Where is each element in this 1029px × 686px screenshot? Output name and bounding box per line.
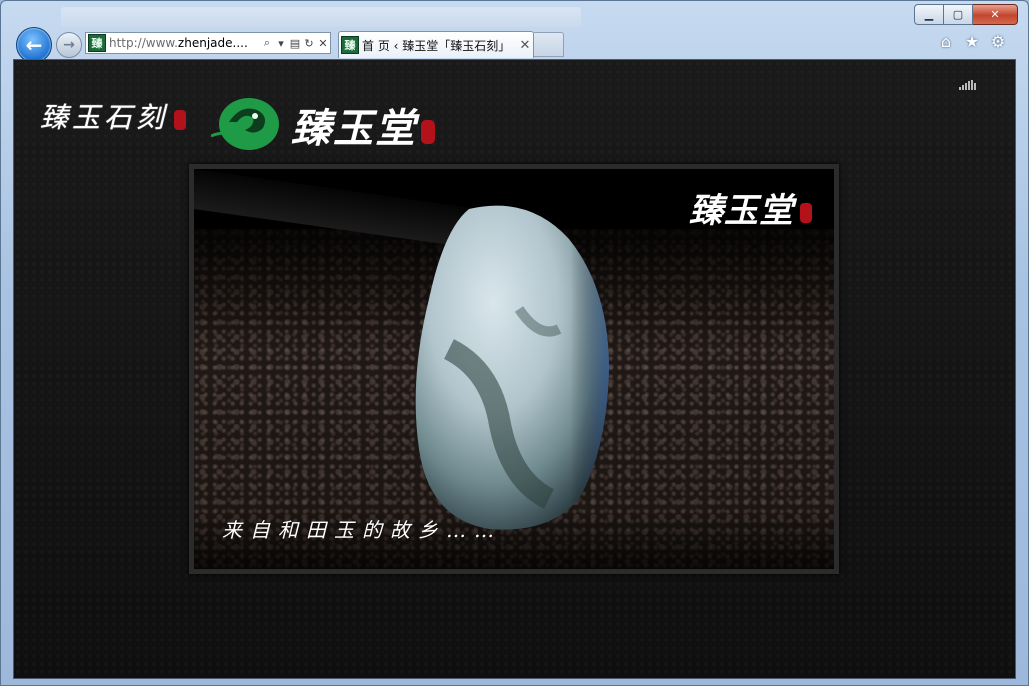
chevron-down-icon[interactable]: ▾ [274,37,288,50]
logo-left-label: 臻玉石刻 [40,101,169,134]
forward-arrow-icon: → [63,37,75,53]
tab-title: 首 页 ‹ 臻玉堂「臻玉石刻」 [362,38,511,53]
logo-main-label: 臻玉堂 [291,105,417,152]
banner-slogan: 来自和田玉的故乡…… [222,518,502,542]
browser-window: ▁ ▢ ✕ ← → 臻 http://www.zhenjade.... ⌕ ▾ … [0,0,1029,686]
logo-main-text: 臻玉堂 [291,96,435,154]
close-button[interactable]: ✕ [973,4,1018,25]
window-controls: ▁ ▢ ✕ [914,4,1018,25]
tab-favicon-icon: 臻 [341,36,359,54]
background-tabs [61,7,581,27]
logo-dragon-icon [211,98,279,150]
site-favicon-icon: 臻 [88,34,106,52]
jade-stone-image [415,205,609,530]
star-icon[interactable]: ★ [964,34,980,50]
music-icon[interactable] [959,80,979,90]
logo-left-text: 臻玉石刻 [40,96,187,136]
toolbar-icons: ⌂ ★ ⚙ [938,34,1006,50]
tab-close-icon[interactable]: ✕ [517,38,533,53]
maximize-button[interactable]: ▢ [944,4,973,25]
seal-icon [174,109,187,130]
home-icon[interactable]: ⌂ [938,34,954,50]
forward-button[interactable]: → [56,32,82,58]
tab-active[interactable]: 臻 首 页 ‹ 臻玉堂「臻玉石刻」 ✕ [338,31,534,58]
hero-banner[interactable]: 臻玉堂 来自和田玉的故乡…… [189,164,839,574]
search-icon[interactable]: ⌕ [260,36,274,50]
minimize-button[interactable]: ▁ [914,4,944,25]
seal-icon [800,203,812,223]
refresh-icon[interactable]: ↻ [302,37,316,50]
back-button[interactable]: ← [16,27,52,63]
address-text[interactable]: http://www.zhenjade.... [109,36,260,50]
address-bar[interactable]: 臻 http://www.zhenjade.... ⌕ ▾ ▤ ↻ ✕ [85,32,331,54]
gear-icon[interactable]: ⚙ [990,34,1006,50]
stop-icon[interactable]: ✕ [316,37,330,50]
new-tab-button[interactable] [534,32,564,57]
banner-title-label: 臻玉堂 [689,191,794,231]
banner-title: 臻玉堂 [689,183,812,232]
seal-icon [421,120,435,144]
compatibility-view-icon[interactable]: ▤ [288,37,302,50]
back-arrow-icon: ← [25,33,43,57]
page-viewport: 臻玉石刻 臻玉堂 臻玉堂 来自和田玉的故乡…… [13,59,1016,679]
